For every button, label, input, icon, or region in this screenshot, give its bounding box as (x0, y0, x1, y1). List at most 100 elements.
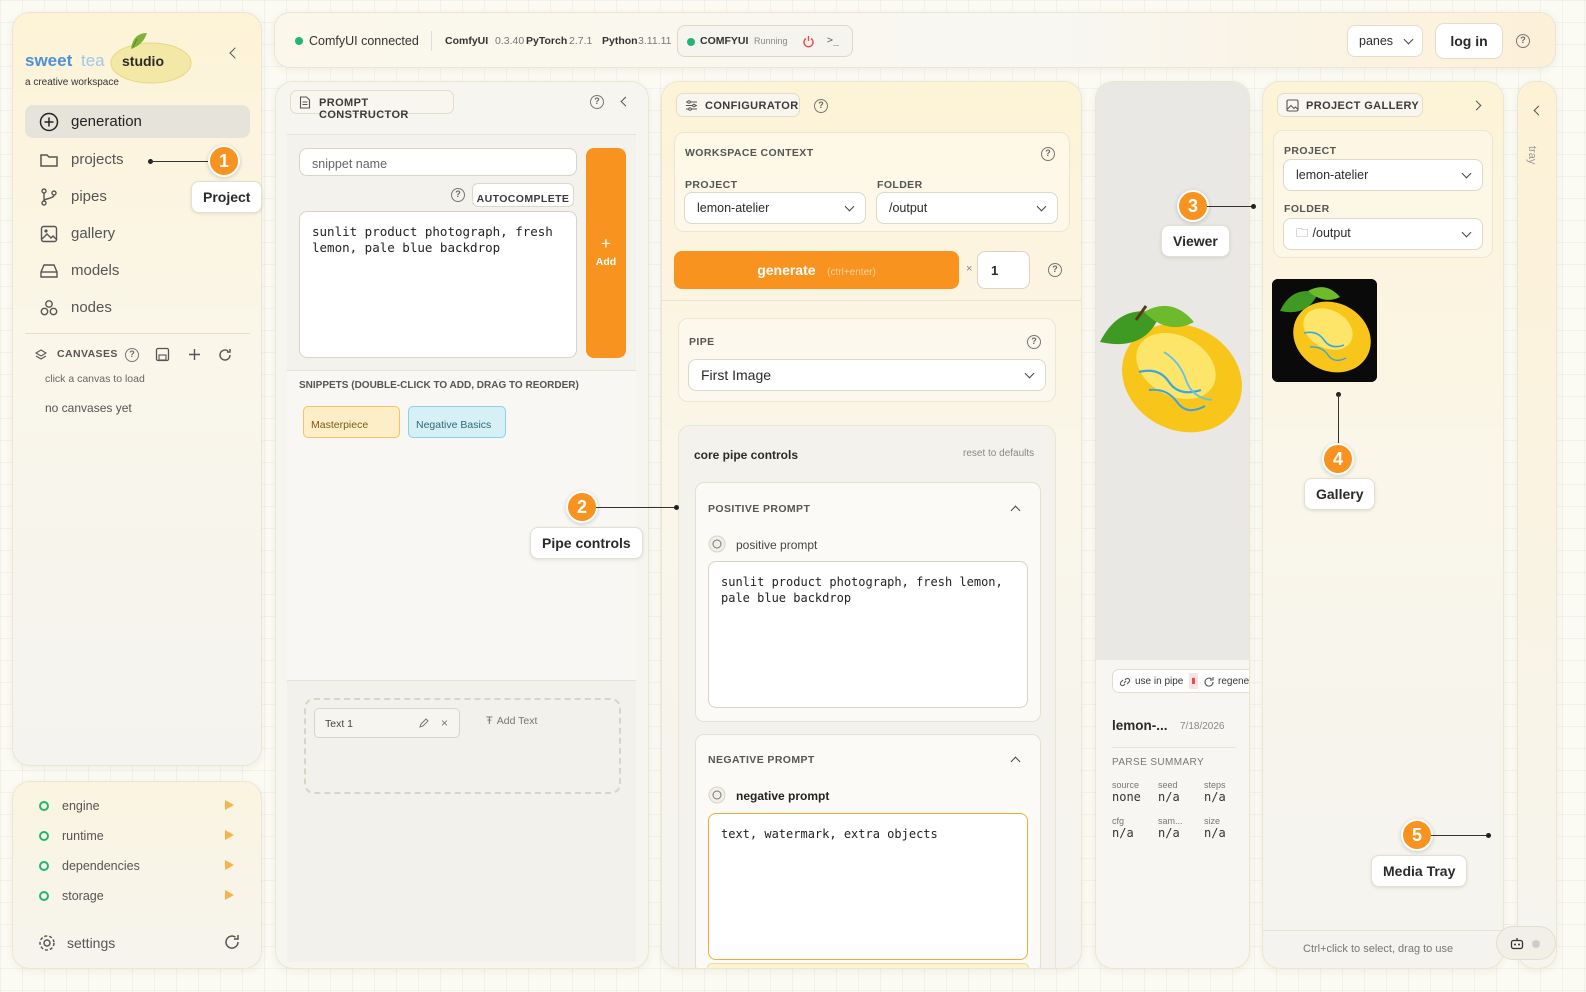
field-label: negative prompt (736, 789, 830, 803)
pipe-select[interactable]: First Image (688, 359, 1046, 391)
pytorch-version: 2.7.1 (569, 35, 593, 47)
negative-prompt-input[interactable]: text, watermark, extra objects (708, 813, 1028, 960)
gallery-hint: Ctrl+click to select, drag to use (1303, 943, 1454, 955)
snippet-chip-masterpiece[interactable]: Masterpiece (303, 406, 400, 438)
snippet-name-placeholder: snippet name (312, 157, 388, 171)
lemon-image[interactable] (1095, 302, 1250, 442)
tray-panel: tray (1517, 81, 1557, 969)
status-indicator (39, 801, 49, 811)
engine-pill[interactable]: COMFYUI Running >_ (677, 25, 853, 57)
tray-toggle[interactable] (1496, 926, 1556, 960)
collapse-tray-icon[interactable] (1533, 105, 1544, 116)
nodes-icon (40, 299, 58, 315)
snippet-name-input[interactable]: snippet name (299, 148, 577, 176)
close-icon[interactable]: × (441, 716, 448, 730)
field-key: cfg (1112, 816, 1125, 826)
add-text-label: Add Text (496, 715, 538, 727)
add-text-button[interactable]: Ŧ Add Text (486, 715, 537, 727)
robot-icon (1510, 938, 1524, 950)
help-icon[interactable]: ? (451, 188, 465, 202)
collapse-panel-icon[interactable] (620, 96, 631, 107)
sidebar-item-generation[interactable]: generation (25, 105, 250, 138)
text-dropzone[interactable]: Text 1 × Ŧ Add Text (304, 698, 621, 794)
canvases-title: CANVASES (57, 348, 118, 360)
reset-defaults-link[interactable]: reset to defaults (963, 448, 1034, 459)
add-snippet-button[interactable]: + Add (586, 148, 626, 358)
project-value: lemon-atelier (697, 201, 770, 215)
sidebar-item-label: pipes (71, 188, 107, 205)
login-button[interactable]: log in (1435, 23, 1503, 59)
pipe-value: First Image (701, 367, 772, 383)
settings-row[interactable]: settings (37, 932, 247, 954)
brand-word-sweet: sweet (25, 51, 73, 70)
sidebar-item-label: models (71, 262, 120, 279)
field-label: positive prompt (736, 538, 818, 552)
snippet-chip-negative-basics[interactable]: Negative Basics (408, 406, 506, 438)
status-label: dependencies (62, 859, 140, 873)
add-canvas-icon[interactable] (187, 347, 202, 362)
status-row-storage[interactable]: storage (39, 888, 239, 904)
parse-summary-title: PARSE SUMMARY (1112, 757, 1205, 768)
play-icon[interactable] (225, 890, 234, 900)
help-icon[interactable]: ? (1048, 263, 1062, 277)
sidebar-item-models[interactable]: models (25, 254, 250, 287)
refresh-icon[interactable] (223, 933, 241, 951)
field-key: sam... (1158, 816, 1183, 826)
refresh-icon (1204, 677, 1214, 687)
panel-header: CONFIGURATOR (676, 93, 800, 117)
brand-logo[interactable]: sweet tea studio a creative workspace (25, 27, 192, 91)
help-icon[interactable]: ? (125, 348, 139, 362)
use-in-pipe-button[interactable]: use in pipe (1135, 676, 1183, 687)
configurator-panel: CONFIGURATOR ? WORKSPACE CONTEXT ? PROJE… (661, 81, 1082, 969)
help-icon[interactable]: ? (1041, 147, 1055, 161)
generate-button[interactable]: generate (ctrl+enter) (674, 251, 959, 289)
viewer-filename: lemon-... (1112, 718, 1168, 733)
parse-field-cfg: cfg n/a (1112, 816, 1152, 840)
save-icon[interactable] (155, 347, 170, 362)
folder-value-wrap: 🗀/output (1296, 224, 1351, 245)
engine-name: COMFYUI (700, 35, 749, 47)
play-icon[interactable] (225, 830, 234, 840)
play-icon[interactable] (225, 860, 234, 870)
terminal-icon[interactable]: >_ (827, 35, 839, 46)
sliders-icon (686, 100, 697, 111)
folder-select[interactable]: /output (876, 192, 1058, 224)
help-icon[interactable]: ? (1516, 34, 1530, 48)
pencil-icon[interactable] (418, 718, 429, 729)
python-version-label: Python (602, 35, 638, 47)
gallery-project-select[interactable]: lemon-atelier (1283, 159, 1483, 191)
expand-panel-icon[interactable] (1471, 100, 1482, 111)
panel-title: PROMPT CONSTRUCTOR (319, 97, 409, 121)
collapse-sidebar-icon[interactable] (229, 47, 241, 59)
gallery-folder-select[interactable]: 🗀/output (1283, 218, 1483, 250)
sidebar-item-nodes[interactable]: nodes (25, 291, 250, 324)
gallery-thumbnail[interactable] (1272, 279, 1377, 382)
autocomplete-button[interactable]: AUTOCOMPLETE (472, 183, 574, 207)
batch-count-input[interactable]: 1 (977, 251, 1030, 289)
refresh-icon[interactable] (217, 347, 233, 363)
status-row-dependencies[interactable]: dependencies (39, 858, 239, 874)
help-icon[interactable]: ? (590, 95, 604, 109)
chevron-up-icon[interactable] (1010, 505, 1021, 516)
extra-row[interactable]: extra dualprompt 2587 (707, 963, 1029, 968)
sidebar-item-label: generation (71, 113, 142, 130)
positive-prompt-input[interactable]: sunlit product photograph, fresh lemon, … (708, 561, 1028, 708)
status-row-engine[interactable]: engine (39, 798, 239, 814)
status-row-runtime[interactable]: runtime (39, 828, 239, 844)
field-key: size (1204, 816, 1221, 826)
prompt-text-input[interactable]: sunlit product photograph, fresh lemon, … (299, 211, 577, 358)
panes-dropdown[interactable]: panes (1347, 25, 1423, 57)
top-bar: ComfyUI connected ComfyUI 0.3.40 PyTorch… (274, 12, 1556, 68)
play-icon[interactable] (225, 800, 234, 810)
folder-value: /output (889, 201, 928, 215)
regenerate-button[interactable]: regener (1218, 676, 1249, 687)
help-icon[interactable]: ? (814, 99, 828, 113)
power-icon[interactable] (802, 35, 815, 48)
trash-icon[interactable]: ▮ (1189, 673, 1198, 689)
sidebar-item-gallery[interactable]: gallery (25, 217, 250, 250)
text-chip[interactable]: Text 1 × (314, 708, 460, 738)
help-icon[interactable]: ? (1027, 335, 1041, 349)
project-select[interactable]: lemon-atelier (684, 192, 866, 224)
panel-title: CONFIGURATOR (705, 100, 799, 112)
chevron-up-icon[interactable] (1010, 756, 1021, 767)
